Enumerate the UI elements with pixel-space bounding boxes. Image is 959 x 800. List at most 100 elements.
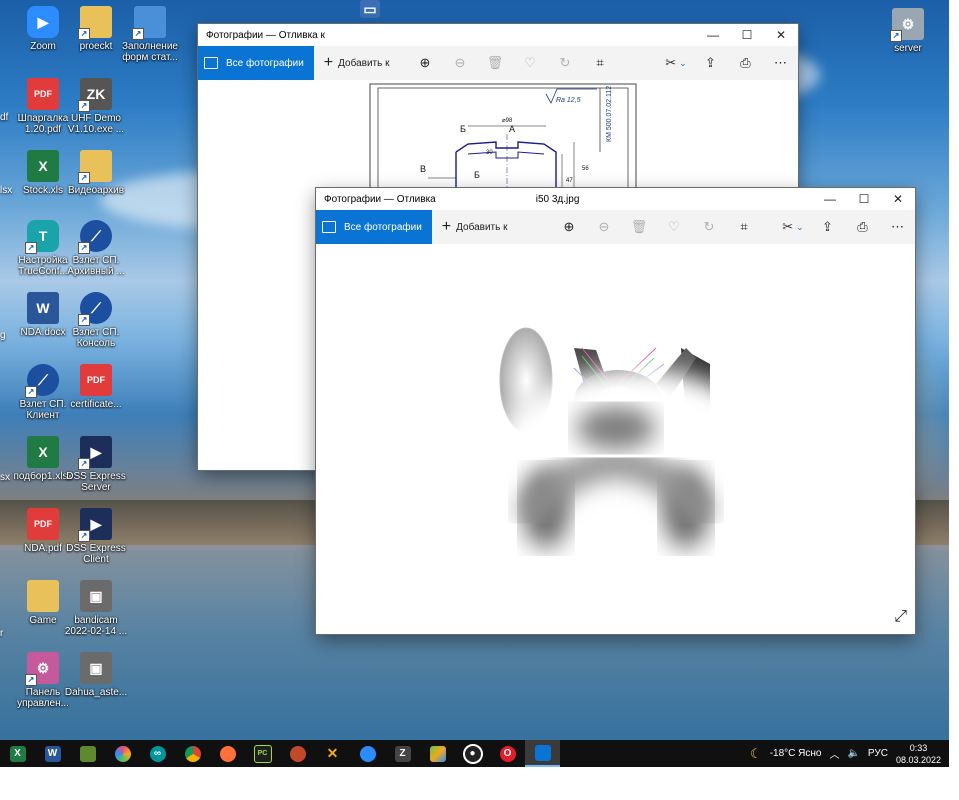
fullscreen-expand-icon[interactable]: ⤢ [894,608,907,626]
share-icon[interactable]: ⇪ [810,210,845,244]
vzlet-icon: ⟋ ↗ [78,292,112,326]
crop-icon[interactable]: ⌗ [726,210,761,244]
desktop-icon-video-archive[interactable]: ↗ Видеоархив [64,150,128,196]
clock-time: 0:33 [909,742,928,753]
dim-height: 56 [582,166,589,172]
favorite-heart-icon[interactable]: ♡ [656,210,691,244]
more-options-icon[interactable]: ⋯ [763,46,798,80]
desktop-icon-dss-server[interactable]: ▶ ↗ DSS Express Server [64,436,128,493]
folder-icon: ↗ [78,150,112,184]
clock[interactable]: 0:33 08.03.2022 [896,742,941,766]
vzlet-icon: ⟋ ↗ [25,364,59,398]
chrome-taskbar-icon[interactable] [175,740,210,767]
print-icon[interactable]: ⎙ [845,210,880,244]
word-icon: W [27,292,59,324]
desktop-icon-computer[interactable]: ▭ [340,0,400,21]
print-icon[interactable]: ⎙ [728,46,763,80]
pinwheel-taskbar-icon[interactable] [105,740,140,767]
minimize-button[interactable]: — [696,24,730,46]
bandicam-taskbar-icon[interactable] [280,740,315,767]
more-options-icon[interactable]: ⋯ [880,210,915,244]
control-panel-icon: ⚙ ↗ [25,652,59,686]
edge-label: r [0,628,4,639]
desktop-icon-forms[interactable]: ↗ Заполнение форм стат... [118,6,182,63]
firefox-taskbar-icon[interactable] [210,740,245,767]
delete-icon[interactable]: 🗑 [621,210,656,244]
section-letter-b: Б [460,124,466,134]
picture-icon [204,57,218,69]
all-photos-label: Все фотографии [226,57,304,69]
close-button[interactable]: ✕ [764,24,798,46]
desktop-icon-vzlet-console[interactable]: ⟋ ↗ Взлет СП. Консоль [64,292,128,349]
edge-label: g [0,330,6,341]
edit-tools-icon[interactable]: ✂ ⌄ [776,210,810,244]
zoom-out-icon[interactable]: ⊖ [586,210,621,244]
chart-doc-icon: ↗ [132,6,166,40]
all-photos-button[interactable]: Все фотографии [198,46,314,80]
maximize-button[interactable]: ☐ [847,188,881,210]
arduino-taskbar-icon[interactable]: ∞ [140,740,175,767]
rotate-icon[interactable]: ↻ [547,46,582,80]
vzlet-icon: ⟋ ↗ [78,220,112,254]
video-file-icon: ▣ [80,580,112,612]
speaker-icon[interactable]: 🔈 [847,748,859,759]
section-letter-v: В [420,164,426,174]
desktop-icon-bandicam[interactable]: ▣ bandicam 2022-02-14 ... [64,580,128,637]
dim-diameter: ⌀98 [502,118,513,124]
picture-icon [322,221,336,233]
zk-icon: ZK ↗ [78,78,112,112]
excel-icon: X [27,150,59,182]
minimize-button[interactable]: — [813,188,847,210]
obs-taskbar-icon[interactable]: ● [455,740,490,767]
desktop-icon-vzlet-archive[interactable]: ⟋ ↗ Взлет СП. Архивный ... [64,220,128,277]
drawing-stamp: КМ 500.07.02.112 [606,86,613,142]
pycharm-taskbar-icon[interactable]: PC [245,740,280,767]
zoom-icon: ▶ [27,6,59,38]
share-icon[interactable]: ⇪ [693,46,728,80]
weather-text[interactable]: -18°C Ясно [770,748,822,759]
add-to-button[interactable]: + Добавить к [314,46,400,80]
drone-taskbar-icon[interactable]: ✕ [315,740,350,767]
excel-taskbar-icon[interactable]: X [0,740,35,767]
desktop-icon-dss-client[interactable]: ▶ ↗ DSS Express Client [64,508,128,565]
language-indicator[interactable]: РУС [868,748,888,759]
zoom-in-icon[interactable]: ⊕ [407,46,442,80]
system-tray: ☾ -18°C Ясно ︿ 🔈 РУС 0:33 08.03.2022 [742,740,941,767]
bluestacks-taskbar-icon[interactable] [420,740,455,767]
desktop-icon-certificate[interactable]: PDF certificate... [64,364,128,410]
taskbar: X W ∞ PC ✕ Z ● O ☾ -18°C Ясно ︿ 🔈 РУС 0:… [0,740,949,767]
rotate-icon[interactable]: ↻ [691,210,726,244]
plus-icon: + [323,54,334,71]
zoom-in-icon[interactable]: ⊕ [551,210,586,244]
minecraft-taskbar-icon[interactable] [70,740,105,767]
title-bar[interactable]: Фотографии — Отливка i50 3д.jpg — ☐ ✕ [316,188,915,210]
favorite-heart-icon[interactable]: ♡ [512,46,547,80]
redacted-title-segment [435,194,534,204]
maximize-button[interactable]: ☐ [730,24,764,46]
word-taskbar-icon[interactable]: W [35,740,70,767]
desktop-icon-dahua[interactable]: ▣ Dahua_aste... [64,652,128,698]
window-title: Фотографии — Отливка [324,193,436,205]
zoom-out-icon[interactable]: ⊖ [442,46,477,80]
crop-icon[interactable]: ⌗ [582,46,617,80]
roughness-label: Ra 12,5 [556,97,581,104]
opera-taskbar-icon[interactable]: O [490,740,525,767]
zoom-taskbar-icon[interactable] [350,740,385,767]
chevron-up-icon[interactable]: ︿ [829,746,839,761]
add-to-label: Добавить к [338,57,390,69]
close-button[interactable]: ✕ [881,188,915,210]
all-photos-button[interactable]: Все фотографии [316,210,432,244]
zk-taskbar-icon[interactable]: Z [385,740,420,767]
desktop-icon-uhf-demo[interactable]: ZK ↗ UHF Demo V1.10.exe ... [64,78,128,135]
desktop-icon-server[interactable]: ⚙ ↗ server [876,8,940,54]
delete-icon[interactable]: 🗑 [477,46,512,80]
add-to-button[interactable]: + Добавить к [432,210,518,244]
edit-tools-icon[interactable]: ✂ ⌄ [659,46,693,80]
photos-window-front[interactable]: Фотографии — Отливка i50 3д.jpg — ☐ ✕ Вс… [316,188,915,634]
clock-date: 08.03.2022 [895,754,941,765]
window-title: Фотографии — Отливка к [206,29,325,41]
title-bar[interactable]: Фотографии — Отливка к — ☐ ✕ [198,24,798,46]
photos-taskbar-icon[interactable] [525,740,560,767]
excel-icon: X [27,436,59,468]
edge-label: sx [0,472,10,483]
